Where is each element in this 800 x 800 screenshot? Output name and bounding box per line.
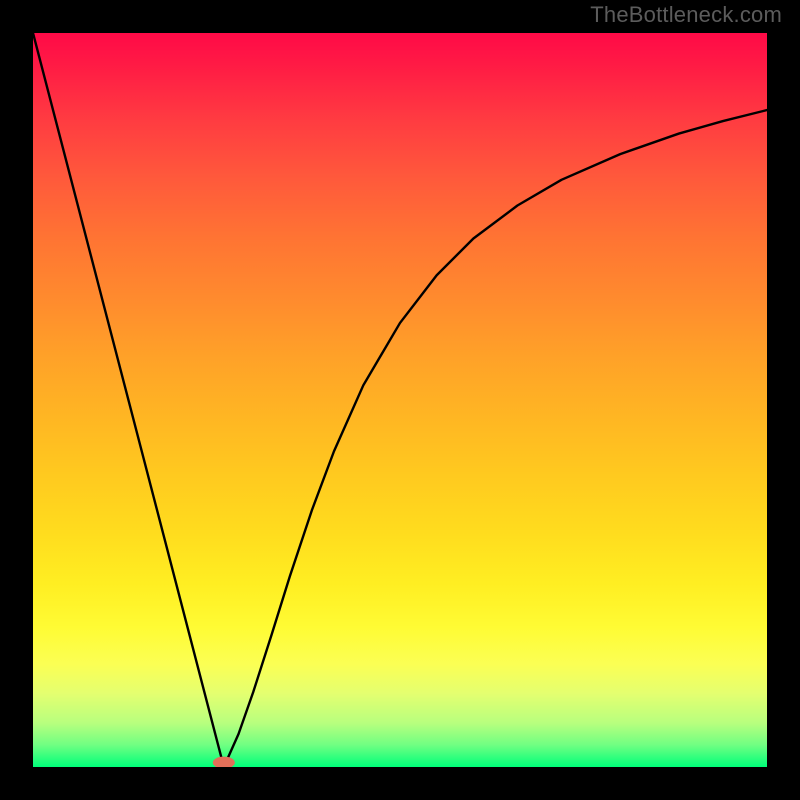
curve-left-segment <box>33 33 224 767</box>
plot-area <box>33 33 767 767</box>
bottom-marker <box>213 757 235 767</box>
watermark-text: TheBottleneck.com <box>590 2 782 28</box>
curve-right-segment <box>224 110 767 767</box>
chart-frame: TheBottleneck.com <box>0 0 800 800</box>
chart-overlay <box>33 33 767 767</box>
